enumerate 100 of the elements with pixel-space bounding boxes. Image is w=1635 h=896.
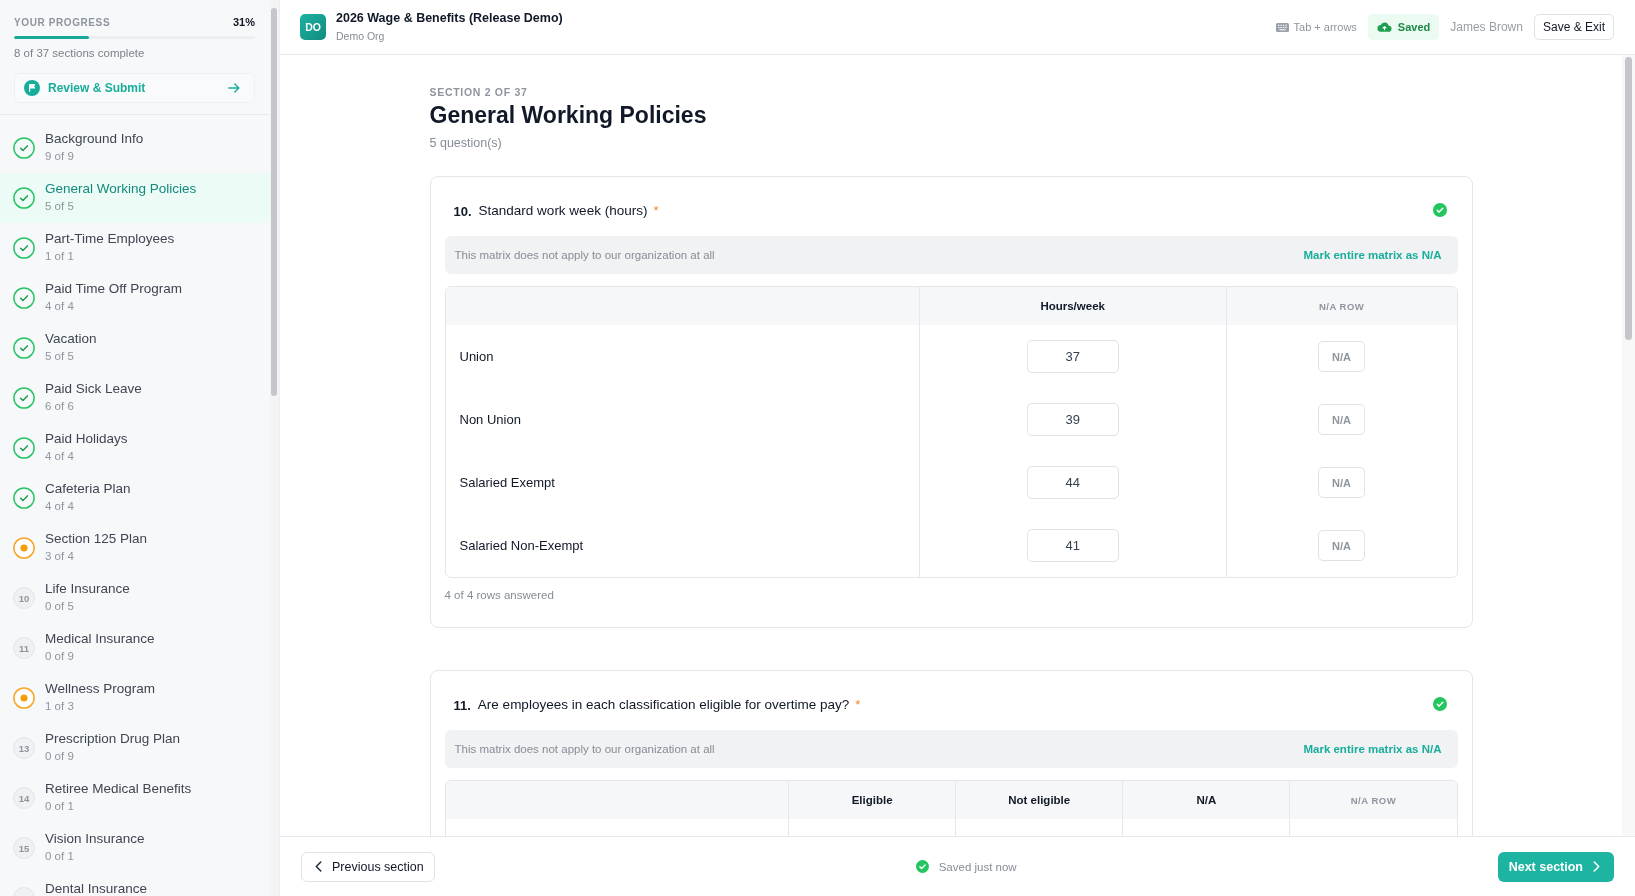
check-circle-icon	[13, 237, 35, 259]
column-header: Not eligible	[1008, 794, 1071, 806]
section-progress: 0 of 1	[45, 849, 75, 863]
section-number: 13	[13, 737, 35, 759]
check-circle-icon	[13, 287, 35, 309]
section-title: Paid Holidays	[45, 431, 128, 447]
section-title: Medical Insurance	[45, 631, 155, 647]
row-label: Non Union	[459, 412, 521, 427]
section-item[interactable]: Section 125 Plan 3 of 4	[0, 523, 270, 573]
save-exit-button[interactable]: Save & Exit	[1533, 14, 1614, 40]
column-header: N/A ROW	[1318, 300, 1365, 312]
section-title: Retiree Medical Benefits	[45, 781, 192, 797]
row-label: Salaried Exempt	[459, 475, 555, 490]
section-item[interactable]: General Working Policies 5 of 5	[0, 173, 270, 223]
org-badge: DO	[300, 14, 326, 40]
section-item[interactable]: 11 Medical Insurance 0 of 9	[0, 623, 270, 673]
section-number: 14	[13, 787, 35, 809]
survey-title: 2026 Wage & Benefits (Release Demo)	[336, 10, 563, 27]
section-item[interactable]: 14 Retiree Medical Benefits 0 of 1	[0, 773, 270, 823]
section-title: Paid Time Off Program	[45, 281, 183, 297]
in-progress-icon	[13, 537, 35, 559]
section-item[interactable]: 10 Life Insurance 0 of 5	[0, 573, 270, 623]
row-label: Salaried Non-Exempt	[459, 538, 584, 553]
section-title: Paid Sick Leave	[45, 381, 142, 397]
section-title: Vision Insurance	[45, 831, 145, 847]
not-applicable-notice: This matrix does not apply to our organization at all	[454, 743, 715, 755]
section-progress: 9 of 9	[45, 149, 75, 163]
section-item[interactable]: 15 Vision Insurance 0 of 1	[0, 823, 270, 873]
number-field[interactable]: 39	[1026, 403, 1119, 436]
section-progress: 0 of 5	[45, 599, 75, 613]
section-item[interactable]: Paid Sick Leave 6 of 6	[0, 373, 270, 423]
scrollbar-thumb[interactable]	[1625, 57, 1632, 340]
section-progress: 4 of 4	[45, 499, 75, 513]
required-mark: *	[855, 696, 861, 712]
section-item[interactable]: Paid Holidays 4 of 4	[0, 423, 270, 473]
section-item[interactable]: Cafeteria Plan 4 of 4	[0, 473, 270, 523]
row-label: Union	[459, 349, 494, 364]
section-title: Wellness Program	[45, 681, 156, 697]
number-field[interactable]: 41	[1026, 529, 1119, 562]
section-progress: 3 of 4	[45, 549, 75, 563]
question-number: 10.	[453, 202, 472, 219]
section-number: 15	[13, 837, 35, 859]
section-progress: 0 of 1	[45, 799, 75, 813]
flag-icon	[24, 80, 40, 96]
section-title: Dental Insurance	[45, 881, 148, 896]
progress-percent: 31%	[232, 16, 255, 28]
progress-label: YOUR PROGRESS	[14, 16, 111, 28]
section-item[interactable]: Background Info 9 of 9	[0, 123, 270, 173]
chevron-left-icon	[315, 861, 322, 872]
column-header: N/A ROW	[1350, 794, 1397, 806]
section-title: Section 125 Plan	[45, 531, 148, 547]
column-header: N/A	[1196, 794, 1217, 806]
section-progress: 1 of 3	[45, 699, 75, 713]
section-progress: 0 of 9	[45, 749, 75, 763]
section-item[interactable]: Part-Time Employees 1 of 1	[0, 223, 270, 273]
section-progress: 6 of 6	[45, 399, 75, 413]
org-name: Demo Org	[336, 29, 386, 44]
check-circle-icon	[13, 337, 35, 359]
check-circle-icon	[13, 437, 35, 459]
not-applicable-notice: This matrix does not apply to our organization at all	[454, 249, 715, 261]
section-item[interactable]: 13 Prescription Drug Plan 0 of 9	[0, 723, 270, 773]
saved-label: Saved	[1397, 21, 1431, 33]
section-title: Part-Time Employees	[45, 231, 175, 247]
chevron-right-icon	[1593, 861, 1600, 872]
question-count: 5 question(s)	[429, 135, 503, 152]
section-position: SECTION 2 OF 37	[429, 85, 529, 99]
check-circle-icon	[13, 487, 35, 509]
section-number: 10	[13, 587, 35, 609]
check-circle-icon	[13, 187, 35, 209]
cloud-icon	[1376, 22, 1392, 32]
save-status: Saved just now	[938, 860, 1017, 873]
in-progress-icon	[13, 687, 35, 709]
section-item[interactable]: Vacation 5 of 5	[0, 323, 270, 373]
column-header: Eligible	[851, 794, 893, 806]
section-title: Vacation	[45, 331, 97, 347]
section-title: Life Insurance	[45, 581, 130, 597]
column-header: Hours/week	[1040, 300, 1105, 312]
user-name: James Brown	[1450, 20, 1523, 34]
arrow-right-icon	[228, 83, 240, 93]
section-item[interactable]: Wellness Program 1 of 3	[0, 673, 270, 723]
section-number: 11	[13, 637, 35, 659]
previous-section-button[interactable]: Previous section	[301, 851, 435, 882]
shortcut-hint: Tab + arrows	[1293, 21, 1357, 33]
section-item[interactable]: Dental Insurance	[0, 873, 270, 896]
section-item[interactable]: Paid Time Off Program 4 of 4	[0, 273, 270, 323]
rows-answered: 4 of 4 rows answered	[444, 588, 555, 603]
question-text: Standard work week (hours)	[478, 202, 648, 218]
section-heading: General Working Policies	[429, 101, 708, 130]
section-progress: 0 of 9	[45, 649, 75, 663]
question-text: Are employees in each classification eligible for overtime pay?	[477, 696, 850, 712]
number-field[interactable]: 44	[1026, 466, 1119, 499]
scrollbar-thumb[interactable]	[271, 8, 277, 396]
required-mark: *	[653, 202, 659, 218]
section-progress: 5 of 5	[45, 199, 75, 213]
section-progress: 4 of 4	[45, 449, 75, 463]
number-field[interactable]: 37	[1026, 340, 1119, 373]
check-circle-icon	[915, 860, 929, 873]
check-circle-icon	[13, 387, 35, 409]
section-title: Background Info	[45, 131, 144, 147]
check-circle-icon	[13, 137, 35, 159]
